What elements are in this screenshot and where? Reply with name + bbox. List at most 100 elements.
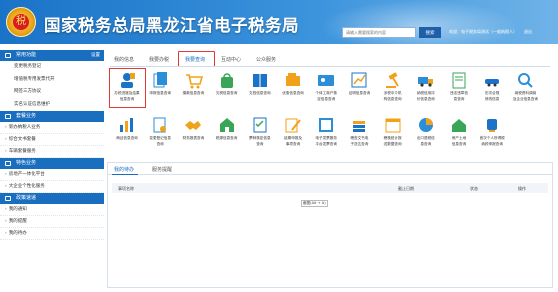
query-item[interactable]: 证明信息查询: [346, 70, 372, 96]
tab-service-reminder[interactable]: 服务提醒: [152, 166, 172, 173]
handshake-icon: [183, 115, 203, 135]
sidebar-list-item[interactable]: › 我的通知: [0, 204, 104, 216]
query-item-label: 变更登记信息: [149, 136, 171, 140]
pie-icon: [416, 115, 436, 135]
sidebar-list-item[interactable]: › 新办纳税人业务: [0, 122, 104, 134]
arrow-icon: ›: [5, 184, 7, 189]
search-icon: [515, 70, 535, 90]
tax-emblem-icon: 税: [6, 7, 36, 37]
column-header: 操作: [518, 186, 526, 191]
bag-icon: [217, 70, 237, 90]
cart-icon: [183, 70, 204, 90]
search-input[interactable]: [342, 27, 416, 38]
sidebar-section-common[interactable]: 常用功能 设置: [0, 50, 104, 61]
list-label: 我的提醒: [8, 219, 27, 224]
tab-divider: [110, 66, 550, 67]
query-item[interactable]: 电子发票服务 平台发票查询: [313, 115, 339, 146]
query-item[interactable]: 税源信息查询: [214, 115, 240, 141]
query-item[interactable]: 违法违章信 息查询: [446, 70, 472, 101]
sidebar-item[interactable]: 变更税务登记: [0, 61, 104, 74]
query-item[interactable]: 文档信息查询: [247, 70, 273, 96]
query-item[interactable]: 房产土地 信息查询: [446, 115, 472, 146]
sidebar-section-package[interactable]: 套餐业务: [0, 111, 104, 122]
user-info: 欢迎：电子税务局测试（一般纳税人）: [449, 29, 517, 34]
query-item-label: 票种核定信息: [249, 136, 271, 140]
sidebar-section-policy[interactable]: 政策速递: [0, 193, 104, 204]
section-title: 常用功能: [16, 52, 37, 58]
query-item-label-line2: 价信息查询: [416, 96, 435, 101]
query-item[interactable]: 历次合规 修改信息: [479, 70, 505, 101]
column-header: 状态: [470, 186, 478, 191]
sidebar-item[interactable]: 实名认证信息维护: [0, 99, 104, 112]
tab-highlight-box: [178, 51, 215, 67]
query-item-label: 稽查文书电: [350, 136, 369, 140]
query-item-label-line2: 息查询: [453, 96, 465, 101]
tab-my-tasks[interactable]: 我的待办: [114, 166, 134, 173]
sidebar: 常用功能 设置 变更税务登记 增值税专用发票代开 网签三方协议 实名认证信息维护…: [0, 50, 104, 288]
section-title: 套餐业务: [16, 113, 37, 119]
query-item-label-line2: 息查询: [420, 141, 432, 146]
query-item[interactable]: 个体工商户核 定信息查询: [313, 70, 339, 101]
query-item[interactable]: 缴款信息查询: [180, 70, 206, 96]
query-item-label: 首次个人所得税: [479, 136, 505, 140]
query-item-label: 历次合规: [485, 91, 500, 95]
calendar-icon: [383, 115, 403, 135]
papers-icon: [150, 70, 170, 90]
query-item-label: 申报信息查询: [149, 91, 171, 95]
emblem-center: 税: [13, 14, 29, 30]
site-title: 国家税务总局黑龙江省电子税务局: [44, 16, 299, 35]
query-item[interactable]: 申报信息查询: [147, 70, 173, 96]
gavel-icon: [383, 70, 403, 90]
tab-public-service[interactable]: 公众服务: [256, 56, 276, 63]
search-button[interactable]: 搜索: [419, 27, 441, 38]
list-label: 新办纳税人业务: [8, 125, 41, 130]
sidebar-list-item[interactable]: › 大企业个性化服务: [0, 181, 104, 193]
query-item[interactable]: 欠税信息查询: [214, 70, 240, 96]
query-item[interactable]: 票种核定信息 查询: [247, 115, 273, 146]
sidebar-item[interactable]: 网签三方协议: [0, 86, 104, 99]
query-item-label: 稽核统计报: [383, 136, 402, 140]
sidebar-list-item[interactable]: › 车辆套餐服务: [0, 146, 104, 158]
list-label: 车辆套餐服务: [8, 149, 36, 154]
sidebar-section-special[interactable]: 特色业务: [0, 158, 104, 169]
query-item-label: 个体工商户核: [315, 91, 337, 95]
sidebar-list-item[interactable]: › 综合文书套餐: [0, 134, 104, 146]
query-item[interactable]: 首次个人所得税 纳税申报查询: [479, 115, 505, 146]
screenshot-tooltip: 截图(Alt + A): [301, 200, 328, 207]
query-item[interactable]: 两证信息查询: [114, 115, 140, 141]
query-item[interactable]: 优惠信息查询: [280, 70, 306, 96]
sidebar-item[interactable]: 增值税专用发票代开: [0, 74, 104, 87]
query-item[interactable]: 财务报表查询: [180, 115, 206, 141]
tab-interaction[interactable]: 互动中心: [221, 56, 241, 63]
header-banner: 税 国家税务总局黑龙江省电子税务局 搜索 欢迎：电子税务局测试（一般纳税人） 退…: [0, 0, 558, 44]
list-label: 房地产一体化平台: [8, 172, 45, 177]
sidebar-list-item[interactable]: › 我的提醒: [0, 216, 104, 228]
query-item-label: 两证信息查询: [116, 136, 138, 140]
query-item[interactable]: 稽查文书电 子送达查询: [346, 115, 372, 146]
sidebar-list-item[interactable]: › 我的待办: [0, 228, 104, 240]
task-tabs: 我的待办 服务提醒: [108, 163, 552, 175]
tab-my-info[interactable]: 我的信息: [114, 56, 134, 63]
logout-link[interactable]: 退出: [524, 29, 532, 35]
query-item-label-line2: 平台发票查询: [315, 141, 337, 146]
query-item[interactable]: 稽核统计报 送数据查询: [380, 115, 406, 146]
column-header: 截止日期: [398, 186, 414, 191]
query-item[interactable]: 变更登记信息 查询: [147, 115, 173, 146]
query-item-label: 税源信息查询: [215, 136, 238, 140]
query-item[interactable]: 延期申报及 事项查询: [280, 115, 306, 146]
id-card-icon: [316, 70, 336, 90]
pen-paper-icon: [283, 115, 303, 135]
query-item-label: 优惠信息查询: [282, 91, 304, 95]
settings-link[interactable]: 设置: [91, 50, 100, 61]
tab-handle-tax[interactable]: 我要办税: [149, 56, 169, 63]
list-check-icon: [250, 115, 270, 135]
query-item[interactable]: 出口退税信 息查询: [413, 115, 439, 146]
query-item[interactable]: 涉税中介机 构信息查询: [380, 70, 406, 101]
query-item-label: 纳税资料调阅: [514, 91, 537, 95]
query-item[interactable]: 纳税信用评 价信息查询: [413, 70, 439, 101]
sidebar-list-item[interactable]: › 房地产一体化平台: [0, 169, 104, 181]
policy-icon: [5, 196, 11, 201]
query-item-label-line2: 子送达查询: [350, 141, 369, 146]
query-item[interactable]: 纳税资料调阅 及企业信息查询: [512, 70, 538, 101]
query-item-label-line2: 送数据查询: [383, 141, 402, 146]
